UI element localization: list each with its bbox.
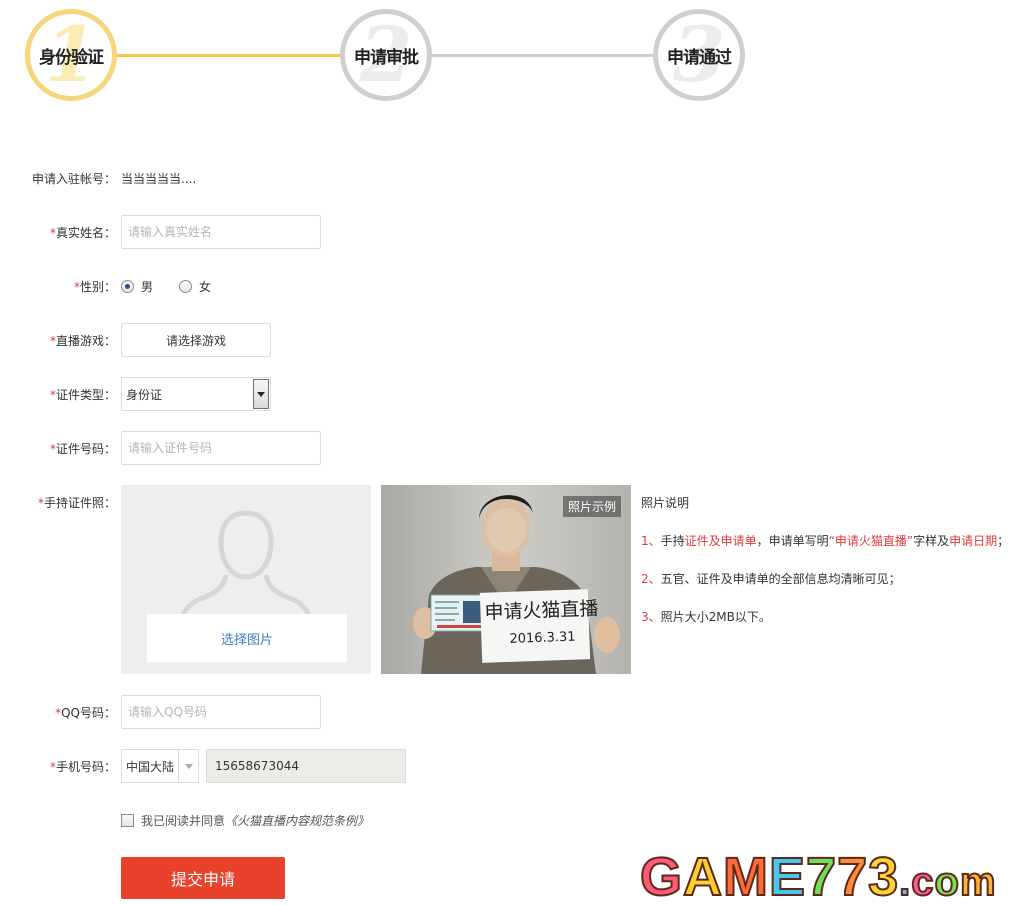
real-name-input[interactable] [121,215,321,249]
note-number: 3、 [641,610,661,624]
select-game-button[interactable]: 请选择游戏 [121,323,271,357]
note-text: ，申请单写明 [756,534,829,548]
real-name-label-text: 真实姓名： [55,226,116,240]
watermark-letter: E [768,847,807,905]
chevron-down-icon[interactable] [178,750,198,782]
gender-option-male[interactable]: 男 [121,278,153,295]
watermark-letter: m [959,859,997,905]
id-type-select[interactable]: 身份证 [121,377,271,411]
gender-female-text: 女 [199,280,212,294]
step-connector-completed [113,54,343,57]
step-identity-verification: 1 身份验证 [25,9,117,101]
note-highlight: 证件及申请单 [684,534,757,548]
progress-stepper: 1 身份验证 2 申请审批 3 申请通过 [0,0,1026,110]
id-number-label: *证件号码： [0,440,116,457]
example-badge: 照片示例 [562,496,621,517]
step-label: 申请通过 [667,47,732,68]
gender-radio-group: 男 女 [121,278,237,295]
id-type-selected-value: 身份证 [126,387,163,402]
id-type-label-text: 证件类型： [55,388,116,402]
photo-label-text: 手持证件照： [43,496,116,510]
note-text: 手持 [660,534,685,548]
watermark-letter: M [722,847,769,905]
watermark-letter: 3 [867,847,900,905]
watermark-letter: G [639,847,684,905]
gender-label: *性别： [0,278,116,295]
account-label: 申请入驻帐号： [31,172,116,186]
agreement-checkbox[interactable] [121,814,134,827]
agreement-text: 我已阅读并同意 [141,814,226,828]
photo-note-2: 2、五官、证件及申请单的全部信息均清晰可见； [641,570,1009,587]
account-value: 当当当当当.... [121,172,197,186]
id-number-label-text: 证件号码： [55,442,116,456]
note-highlight: 申请日期 [949,534,998,548]
real-name-label: *真实姓名： [0,224,116,241]
game-label-text: 直播游戏： [55,334,116,348]
photo-upload-area[interactable]: 选择图片 [121,485,371,674]
radio-button-checked[interactable] [121,280,134,293]
note-text: ； [997,534,1010,548]
id-number-input[interactable] [121,431,321,465]
agreement-link[interactable]: 《火猫直播内容规范条例》 [225,812,369,829]
qq-input[interactable] [121,695,321,729]
watermark-letter: 7 [805,847,838,905]
step-application-approved: 3 申请通过 [653,9,745,101]
game-label: *直播游戏： [0,332,116,349]
qq-label: *QQ号码： [0,704,116,721]
watermark-letter: 7 [836,847,869,905]
radio-button[interactable] [179,280,193,293]
watermark-letter: . [898,859,912,905]
submit-button[interactable]: 提交申请 [121,857,285,899]
gender-label-text: 性别： [79,280,116,294]
phone-label: *手机号码： [0,758,116,775]
example-sign-line1: 申请火猫直播 [484,598,599,624]
step-application-review: 2 申请审批 [340,9,432,101]
example-sign-line2: 2016.3.31 [509,630,576,647]
phone-label-text: 手机号码： [55,760,116,774]
photo-notes: 照片说明 1、手持证件及申请单，申请单写明“申请火猫直播”字样及申请日期； 2、… [641,494,1009,646]
person-placeholder-icon [177,510,315,625]
step-connector-pending [430,54,657,57]
watermark-logo: GAME773.com [639,847,1022,905]
photo-notes-title: 照片说明 [641,496,690,510]
note-number: 1、 [641,534,661,548]
note-highlight: “申请火猫直播” [828,534,914,548]
watermark-letter: c [910,859,935,905]
phone-region-select[interactable]: 中国大陆 [121,749,199,783]
phone-input[interactable] [206,749,406,783]
phone-region-value: 中国大陆 [126,759,175,774]
note-text: 照片大小2MB以下。 [660,610,771,624]
step-label: 身份验证 [39,47,104,68]
chevron-down-icon[interactable] [253,379,269,409]
watermark-letter: o [934,859,960,905]
agreement-row: 我已阅读并同意 《火猫直播内容规范条例》 [121,812,369,829]
watermark-letter: A [682,847,724,905]
note-text: 字样及 [913,534,950,548]
example-photo: 申请火猫直播 2016.3.31 照片示例 [381,485,631,674]
photo-note-3: 3、照片大小2MB以下。 [641,608,1009,625]
photo-label: *手持证件照： [0,494,116,511]
note-number: 2、 [641,572,661,586]
photo-note-1: 1、手持证件及申请单，申请单写明“申请火猫直播”字样及申请日期； [641,532,1009,549]
choose-image-button[interactable]: 选择图片 [147,614,347,662]
step-label: 申请审批 [354,47,419,68]
watermark-text: GAME773.com [639,847,997,905]
id-type-label: *证件类型： [0,386,116,403]
note-text: 五官、证件及申请单的全部信息均清晰可见； [660,572,901,586]
qq-label-text: QQ号码： [61,706,116,720]
gender-option-female[interactable]: 女 [179,278,211,295]
gender-male-text: 男 [141,280,154,294]
